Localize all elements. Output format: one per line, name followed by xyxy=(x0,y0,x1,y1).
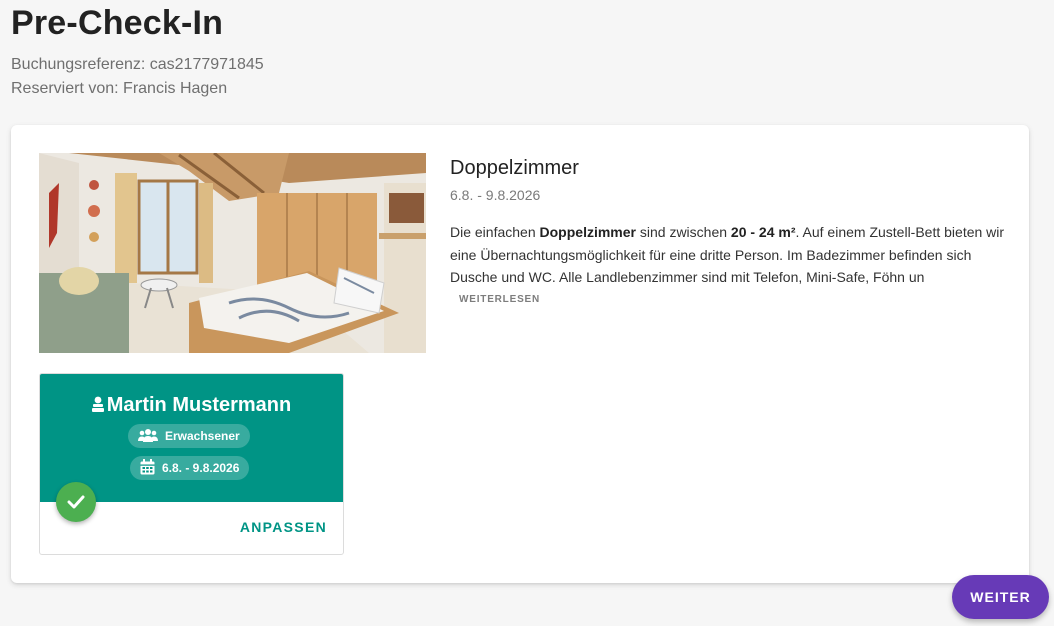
booking-reference: Buchungsreferenz: cas2177971845 xyxy=(11,56,264,73)
room-title: Doppelzimmer xyxy=(450,157,579,179)
next-button[interactable]: WEITER xyxy=(952,575,1049,619)
guest-name: Martin Mustermann xyxy=(40,394,343,418)
reserved-by: Reserviert von: Francis Hagen xyxy=(11,80,228,97)
calendar-icon xyxy=(140,458,162,478)
room-card: Doppelzimmer 6.8. - 9.8.2026 Die einfach… xyxy=(11,125,1029,583)
guest-card-header: Martin Mustermann Erwachsener 6.8. - 9.8… xyxy=(40,374,343,502)
room-dates: 6.8. - 9.8.2026 xyxy=(450,187,541,203)
guest-card: Martin Mustermann Erwachsener 6.8. - 9.8… xyxy=(39,373,344,555)
guest-type-chip: Erwachsener xyxy=(128,424,250,448)
check-icon xyxy=(56,482,96,522)
guest-type-label: Erwachsener xyxy=(165,429,240,443)
adjust-button[interactable]: ANPASSEN xyxy=(240,519,327,535)
guest-dates-chip: 6.8. - 9.8.2026 xyxy=(130,456,250,480)
room-photo xyxy=(39,153,426,353)
users-icon xyxy=(138,428,165,445)
guest-name-text: Martin Mustermann xyxy=(106,394,292,416)
read-more-link[interactable]: WEITERLESEN xyxy=(459,294,540,305)
person-icon xyxy=(91,395,104,418)
page-title: Pre-Check-In xyxy=(11,4,224,42)
room-description: Die einfachen Doppelzimmer sind zwischen… xyxy=(450,224,1005,285)
guest-dates-label: 6.8. - 9.8.2026 xyxy=(162,461,240,475)
